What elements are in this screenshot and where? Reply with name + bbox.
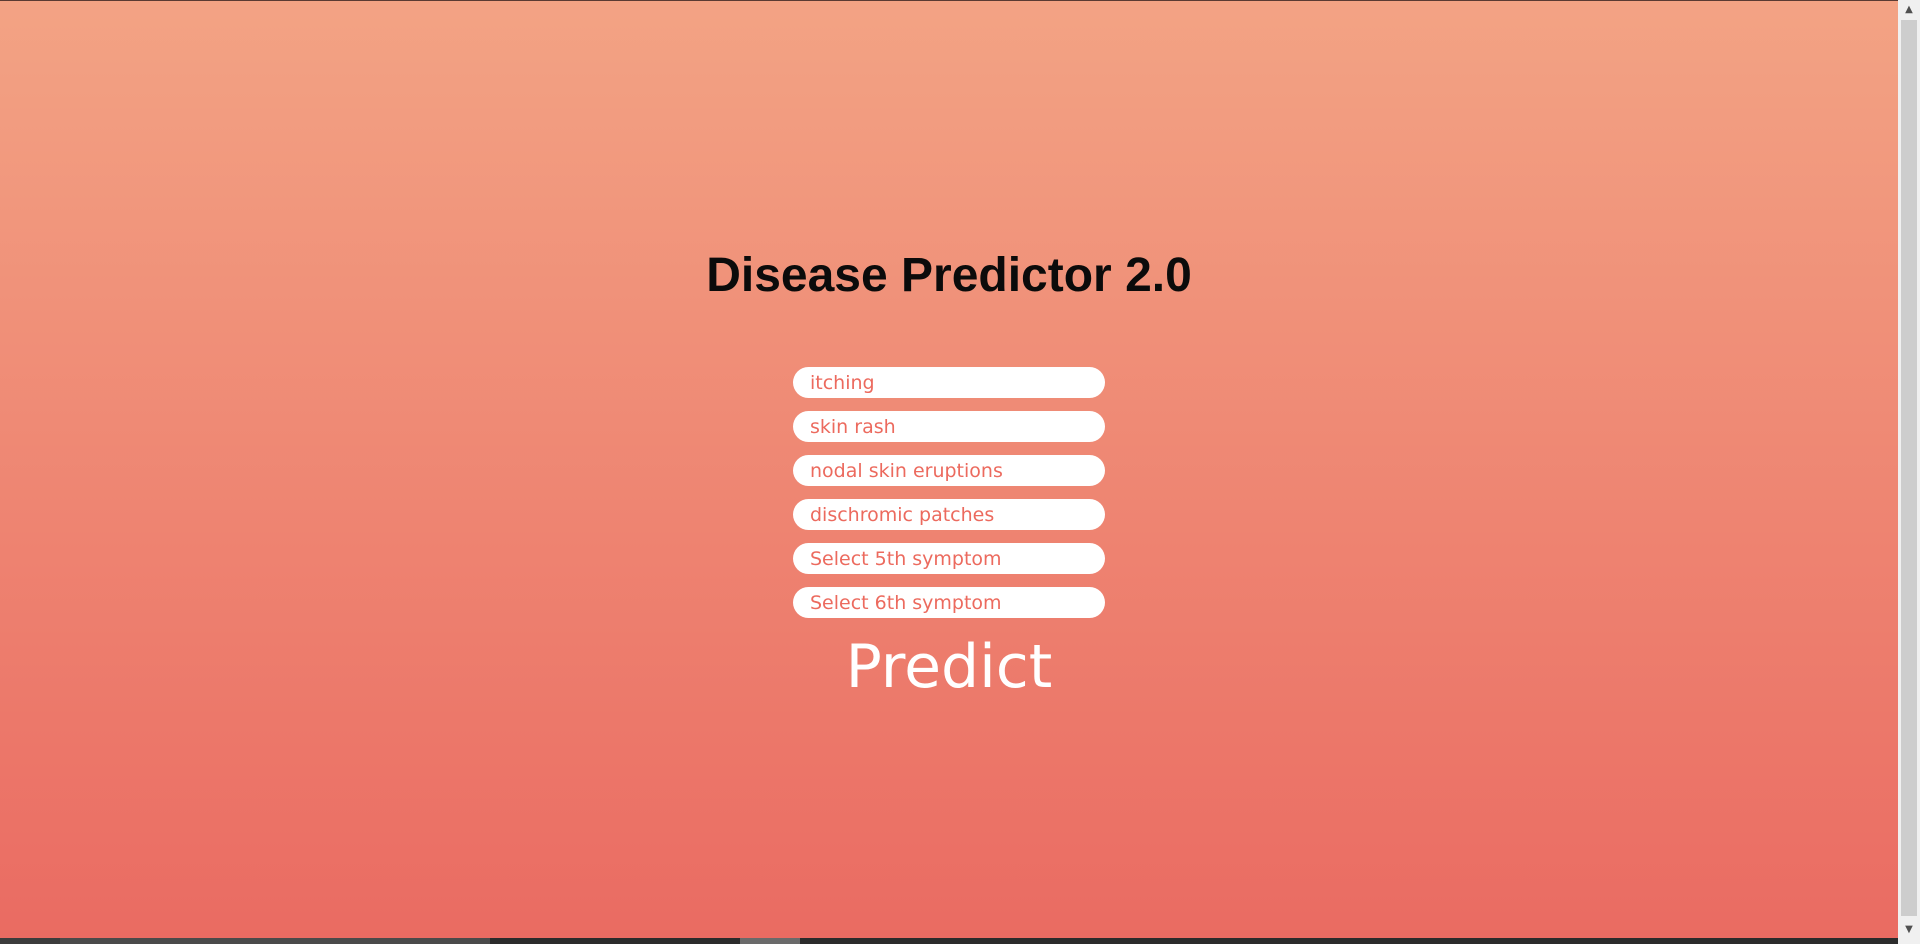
scrollbar-thumb[interactable] — [1901, 20, 1917, 916]
taskbar-segment — [740, 938, 800, 944]
symptom-select-3[interactable]: nodal skin eruptions — [793, 455, 1105, 486]
symptom-select-6[interactable]: Select 6th symptom — [793, 587, 1105, 618]
symptom-select-4[interactable]: dischromic patches — [793, 499, 1105, 530]
page-title: Disease Predictor 2.0 — [706, 249, 1192, 302]
taskbar-segment — [60, 938, 490, 944]
symptom-select-1[interactable]: itching — [793, 367, 1105, 398]
symptom-select-5[interactable]: Select 5th symptom — [793, 543, 1105, 574]
taskbar-segment — [0, 938, 60, 944]
symptom-list: itching skin rash nodal skin eruptions d… — [793, 367, 1105, 631]
taskbar-strip — [0, 938, 1898, 944]
chevron-down-icon[interactable]: ▼ — [1898, 920, 1920, 938]
predict-button[interactable]: Predict — [0, 633, 1898, 701]
vertical-scrollbar[interactable]: ▲ ▼ — [1898, 0, 1920, 944]
page-background: Disease Predictor 2.0 itching skin rash … — [0, 0, 1898, 938]
symptom-select-2[interactable]: skin rash — [793, 411, 1105, 442]
chevron-up-icon[interactable]: ▲ — [1898, 0, 1920, 18]
